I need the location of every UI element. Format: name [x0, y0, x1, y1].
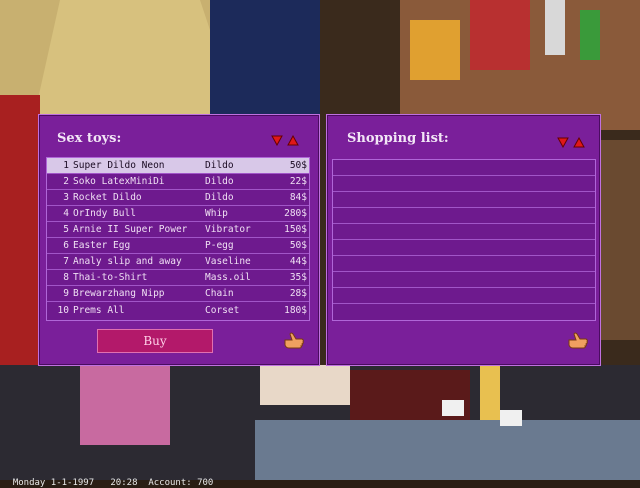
shopping-list: [332, 159, 596, 321]
item-number: 6: [63, 240, 69, 251]
shopping-list-row[interactable]: [333, 192, 595, 208]
shopping-list-panel: Shopping list:: [326, 114, 601, 366]
bottle: [480, 360, 500, 420]
item-name: Prems All: [73, 304, 125, 316]
item-number: 9: [63, 288, 69, 299]
left-poster: [0, 95, 40, 395]
list-item[interactable]: 2 Soko LatexMiniDi Dildo 22$: [47, 174, 309, 190]
item-type: Dildo: [205, 160, 234, 171]
item-price: 50$: [289, 160, 307, 171]
item-price: 84$: [289, 192, 307, 203]
magazine-stack: [260, 365, 350, 405]
shelf-dildo: [545, 0, 565, 55]
item-name: Rocket Dildo: [73, 192, 142, 203]
shopping-list-row[interactable]: [333, 272, 595, 288]
shopping-list-row[interactable]: [333, 176, 595, 192]
item-type: Vaseline: [205, 256, 251, 267]
scroll-up-icon[interactable]: [573, 137, 585, 148]
item-price: 44$: [289, 256, 307, 267]
price-tag-1: [442, 400, 464, 416]
product-panel-title: Sex toys:: [57, 131, 122, 146]
item-number: 4: [63, 208, 69, 219]
item-number: 7: [63, 256, 69, 267]
item-number: 1: [63, 160, 69, 171]
item-name: Thai-to-Shirt: [73, 272, 148, 283]
item-number: 8: [63, 272, 69, 283]
item-price: 35$: [289, 272, 307, 283]
item-name: Easter Egg: [73, 240, 131, 251]
glass-counter: [255, 420, 640, 480]
item-type: Whip: [205, 208, 228, 219]
product-list: 1 Super Dildo Neon Dildo 50$ 2 Soko Late…: [46, 157, 310, 321]
item-type: Mass.oil: [205, 272, 251, 283]
shopping-list-row[interactable]: [333, 304, 595, 320]
item-name: Super Dildo Neon: [73, 160, 165, 171]
item-price: 22$: [289, 176, 307, 187]
hand-pointer-icon[interactable]: [567, 331, 589, 351]
buy-button[interactable]: Buy: [97, 329, 213, 353]
status-bar: Monday 1-1-1997 20:28 Account: 700: [2, 468, 214, 488]
shopping-list-row[interactable]: [333, 208, 595, 224]
hand-pointer-icon[interactable]: [283, 331, 305, 351]
list-item[interactable]: 7 Analy slip and away Vaseline 44$: [47, 254, 309, 270]
list-item[interactable]: 1 Super Dildo Neon Dildo 50$: [47, 158, 309, 174]
item-name: Analy slip and away: [73, 256, 182, 267]
list-item[interactable]: 8 Thai-to-Shirt Mass.oil 35$: [47, 270, 309, 286]
item-number: 3: [63, 192, 69, 203]
item-type: Chain: [205, 288, 234, 299]
list-item[interactable]: 5 Arnie II Super Power Vibrator 150$: [47, 222, 309, 238]
item-price: 150$: [284, 224, 307, 235]
shopping-list-row[interactable]: [333, 224, 595, 240]
product-scroll-arrows: [271, 135, 299, 146]
shopping-list-row[interactable]: [333, 240, 595, 256]
item-price: 280$: [284, 208, 307, 219]
item-number: 10: [57, 304, 69, 316]
scroll-down-icon[interactable]: [557, 137, 569, 148]
item-type: P-egg: [205, 240, 234, 251]
shopping-list-row[interactable]: [333, 256, 595, 272]
product-panel: Sex toys: 1 Super Dildo Neon Dildo 50$ 2…: [38, 114, 320, 366]
right-shelf: [600, 140, 640, 340]
toy-box: [470, 0, 530, 70]
item-type: Dildo: [205, 176, 234, 187]
list-item[interactable]: 6 Easter Egg P-egg 50$: [47, 238, 309, 254]
counter-poster: [80, 365, 170, 445]
shopping-list-title: Shopping list:: [347, 131, 449, 146]
scroll-up-icon[interactable]: [287, 135, 299, 146]
item-type: Vibrator: [205, 224, 251, 235]
price-tag-2: [500, 410, 522, 426]
shopping-list-row[interactable]: [333, 160, 595, 176]
shopping-list-scroll-arrows: [557, 137, 585, 148]
poster-backdrop: [210, 0, 320, 120]
shopping-list-row[interactable]: [333, 288, 595, 304]
item-price: 50$: [289, 240, 307, 251]
item-price: 28$: [289, 288, 307, 299]
item-name: Brewarzhang Nipp: [73, 288, 165, 299]
list-item[interactable]: 9 Brewarzhang Nipp Chain 28$: [47, 286, 309, 302]
list-item[interactable]: 4 OrIndy Bull Whip 280$: [47, 206, 309, 222]
item-name: Soko LatexMiniDi: [73, 176, 165, 187]
list-item[interactable]: 10 Prems All Corset 180$: [47, 302, 309, 318]
shelf-cactus: [580, 10, 600, 60]
dolly-box: [410, 20, 460, 80]
scroll-down-icon[interactable]: [271, 135, 283, 146]
list-item[interactable]: 3 Rocket Dildo Dildo 84$: [47, 190, 309, 206]
item-name: OrIndy Bull: [73, 208, 136, 219]
item-price: 180$: [284, 304, 307, 316]
item-number: 5: [63, 224, 69, 235]
item-name: Arnie II Super Power: [73, 224, 188, 235]
item-type: Dildo: [205, 192, 234, 203]
item-type: Corset: [205, 304, 240, 316]
item-number: 2: [63, 176, 69, 187]
